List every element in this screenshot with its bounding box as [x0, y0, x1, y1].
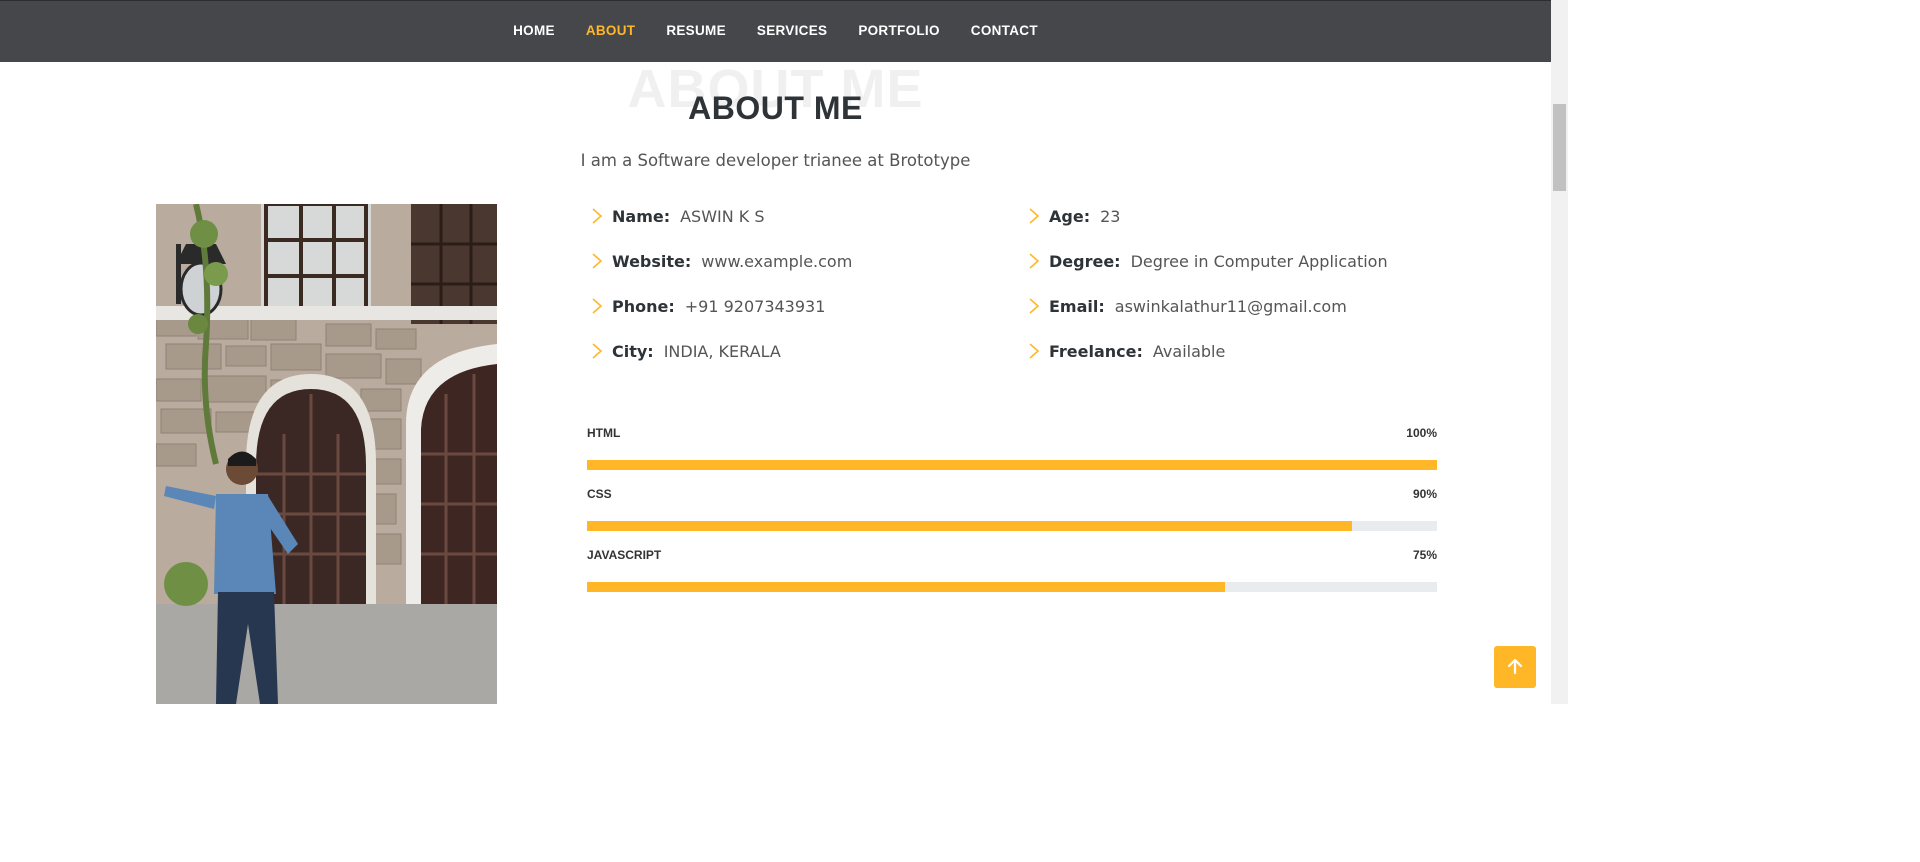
- info-value: aswinkalathur11@gmail.com: [1114, 296, 1347, 316]
- skill-progress-fill: [587, 582, 1225, 592]
- skill-name: CSS: [587, 487, 612, 501]
- section-title: ABOUT ME: [688, 90, 863, 126]
- info-email: Email: aswinkalathur11@gmail.com: [1027, 294, 1347, 318]
- info-city: City: INDIA, KERALA: [590, 339, 781, 363]
- chevron-right-icon: [1029, 253, 1040, 269]
- nav-portfolio[interactable]: PORTFOLIO: [858, 23, 939, 38]
- skill-progress-track: [587, 582, 1437, 592]
- skill-html: HTML 100%: [587, 426, 1437, 470]
- info-label: Email:: [1049, 296, 1105, 316]
- info-value: Degree in Computer Application: [1130, 251, 1388, 271]
- info-phone: Phone: +91 9207343931: [590, 294, 825, 318]
- info-name: Name: ASWIN K S: [590, 204, 765, 228]
- skill-name: JAVASCRIPT: [587, 548, 662, 562]
- skill-progress-track: [587, 521, 1437, 531]
- nav-resume[interactable]: RESUME: [666, 23, 726, 38]
- info-label: Name:: [612, 206, 671, 226]
- nav-contact[interactable]: CONTACT: [971, 23, 1038, 38]
- skill-javascript: JAVASCRIPT 75%: [587, 548, 1437, 592]
- nav-menu: HOME ABOUT RESUME SERVICES PORTFOLIO CON…: [0, 23, 1551, 38]
- skill-name: HTML: [587, 426, 621, 440]
- arrow-up-icon: [1507, 658, 1523, 675]
- skill-percent: 90%: [1412, 487, 1437, 501]
- skill-percent: 75%: [1412, 548, 1437, 562]
- scrollbar-thumb[interactable]: [1553, 104, 1566, 191]
- info-label: Website:: [612, 251, 692, 271]
- skill-progress-track: [587, 460, 1437, 470]
- chevron-right-icon: [1029, 343, 1040, 359]
- nav-about[interactable]: ABOUT: [586, 23, 636, 38]
- chevron-right-icon: [592, 298, 603, 314]
- skill-percent: 100%: [1406, 426, 1437, 440]
- skill-progress-fill: [587, 460, 1437, 470]
- info-age: Age: 23: [1027, 204, 1120, 228]
- profile-photo: [156, 204, 497, 704]
- chevron-right-icon: [592, 208, 603, 224]
- info-value: www.example.com: [701, 251, 853, 271]
- info-label: Freelance:: [1049, 341, 1143, 361]
- chevron-right-icon: [592, 343, 603, 359]
- info-label: Degree:: [1049, 251, 1121, 271]
- skill-css: CSS 90%: [587, 487, 1437, 531]
- back-to-top-button[interactable]: [1494, 646, 1536, 688]
- info-website: Website: www.example.com: [590, 249, 852, 273]
- skill-progress-fill: [587, 521, 1352, 531]
- info-value: INDIA, KERALA: [663, 341, 781, 361]
- info-value: Available: [1152, 341, 1226, 361]
- top-navbar: HOME ABOUT RESUME SERVICES PORTFOLIO CON…: [0, 0, 1551, 62]
- chevron-right-icon: [1029, 208, 1040, 224]
- info-value: ASWIN K S: [680, 206, 765, 226]
- chevron-right-icon: [1029, 298, 1040, 314]
- nav-home[interactable]: HOME: [513, 23, 555, 38]
- info-label: Age:: [1049, 206, 1091, 226]
- info-degree: Degree: Degree in Computer Application: [1027, 249, 1388, 273]
- info-freelance: Freelance: Available: [1027, 339, 1225, 363]
- nav-services[interactable]: SERVICES: [757, 23, 827, 38]
- info-label: City:: [612, 341, 654, 361]
- section-subtitle: I am a Software developer trianee at Bro…: [580, 151, 971, 170]
- page-scrollbar[interactable]: [1551, 0, 1568, 704]
- info-value: +91 9207343931: [684, 296, 826, 316]
- chevron-right-icon: [592, 253, 603, 269]
- info-value: 23: [1100, 206, 1121, 226]
- info-label: Phone:: [612, 296, 675, 316]
